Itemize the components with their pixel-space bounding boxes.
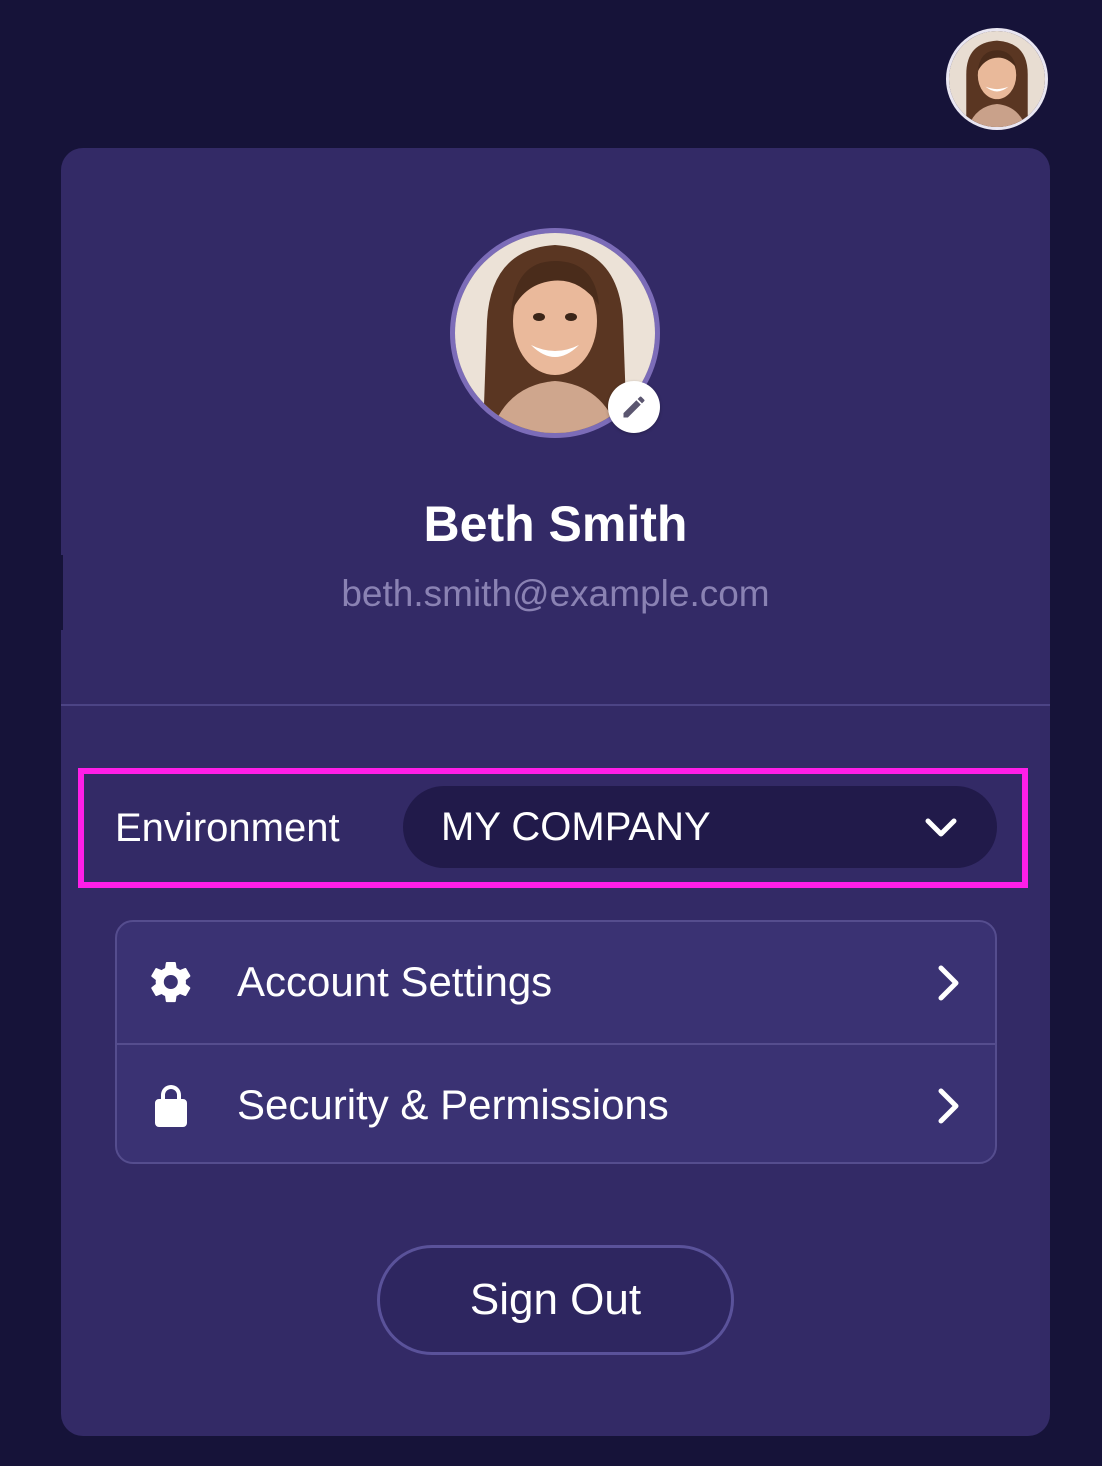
menu-item-security-permissions[interactable]: Security & Permissions (117, 1043, 995, 1162)
user-photo-icon (949, 31, 1045, 127)
chevron-right-icon (938, 965, 959, 1001)
section-divider (61, 704, 1050, 706)
account-avatar-button[interactable] (946, 28, 1048, 130)
settings-menu: Account Settings Security & Permissions (115, 920, 997, 1164)
environment-label: Environment (115, 806, 340, 850)
chevron-down-icon (925, 818, 957, 837)
menu-item-label: Account Settings (237, 958, 553, 1005)
menu-item-account-settings[interactable]: Account Settings (117, 922, 995, 1042)
menu-item-label: Security & Permissions (237, 1081, 669, 1128)
environment-select-value: MY COMPANY (441, 805, 711, 849)
lock-icon (155, 1085, 187, 1127)
sign-out-button[interactable]: Sign Out (377, 1245, 734, 1355)
user-name: Beth Smith (423, 496, 688, 552)
profile-photo-container (450, 228, 662, 440)
pencil-icon (623, 396, 645, 418)
environment-select[interactable]: MY COMPANY (403, 786, 997, 868)
edit-photo-button[interactable] (608, 381, 660, 433)
user-email: beth.smith@example.com (341, 573, 770, 614)
gear-icon (151, 961, 191, 1003)
chevron-right-icon (938, 1088, 959, 1124)
